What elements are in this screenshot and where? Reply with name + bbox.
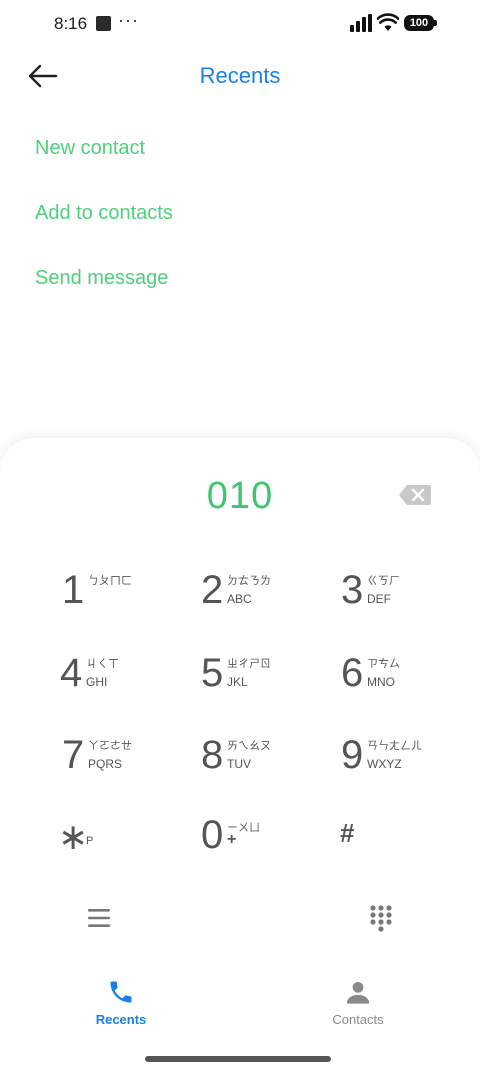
new-contact-link[interactable]: New contact: [35, 137, 145, 160]
key-digit: 5: [201, 651, 224, 695]
add-to-contacts-link[interactable]: Add to contacts: [35, 202, 173, 225]
nav-recents[interactable]: Recents: [61, 978, 181, 1030]
dial-key-5[interactable]: 5 ㄓㄔㄕㄖ JKL: [201, 651, 321, 711]
dialpad-grid-icon: [370, 905, 392, 932]
key-zhuyin: ㄅㄆㄇㄈ: [88, 574, 132, 587]
dial-key-2[interactable]: 2 ㄉㄊㄋㄌ ABC: [201, 568, 321, 628]
wifi-icon: [377, 13, 399, 31]
backspace-icon: [399, 485, 431, 505]
key-letters: JKL: [227, 675, 248, 689]
backspace-button[interactable]: [398, 484, 432, 506]
nav-label: Recents: [95, 1012, 147, 1027]
dial-key-4[interactable]: 4 ㄐㄑㄒ GHI: [60, 651, 180, 711]
page-title: Recents: [199, 63, 281, 88]
menu-icon: [88, 909, 110, 927]
dial-key-3[interactable]: 3 ㄍㄎㄏ DEF: [341, 568, 461, 628]
key-zhuyin: ㄢㄣㄤㄥㄦ: [367, 739, 422, 752]
key-zhuyin: ㄐㄑㄒ: [86, 657, 119, 670]
notification-icon: [96, 16, 111, 31]
dial-key-8[interactable]: 8 ㄞㄟㄠㄡ TUV: [201, 733, 321, 793]
nav-contacts[interactable]: Contacts: [298, 978, 418, 1030]
send-message-link[interactable]: Send message: [35, 267, 168, 290]
phone-icon: [110, 981, 132, 1003]
key-zhuyin: ㄉㄊㄋㄌ: [227, 574, 271, 587]
key-digit: 6: [341, 651, 364, 695]
key-digit: 8: [201, 733, 224, 777]
key-zhuyin: ㄗㄘㄙ: [367, 657, 400, 670]
key-digit: 3: [341, 568, 364, 612]
key-digit: 2: [201, 568, 224, 612]
home-indicator[interactable]: [145, 1056, 331, 1062]
key-digit: 9: [341, 733, 364, 777]
key-letters: +: [227, 831, 237, 848]
key-zhuyin: ㄚㄛㄜㄝ: [88, 739, 132, 752]
dialpad-toggle-button[interactable]: [368, 904, 394, 934]
dial-key-7[interactable]: 7 ㄚㄛㄜㄝ PQRS: [62, 733, 182, 793]
nav-label: Contacts: [332, 1012, 384, 1027]
dial-key-1[interactable]: 1 ㄅㄆㄇㄈ: [62, 568, 182, 628]
key-zhuyin: ㄞㄟㄠㄡ: [227, 739, 271, 752]
key-digit: 7: [62, 733, 85, 777]
key-digit: #: [340, 818, 355, 848]
dial-key-0[interactable]: 0 ㄧㄨㄩ +: [201, 813, 321, 873]
key-letters: MNO: [367, 675, 395, 689]
person-icon: [346, 981, 370, 1004]
key-digit: 4: [60, 651, 83, 695]
key-digit: 0: [201, 813, 224, 857]
dial-key-hash[interactable]: #: [340, 818, 460, 878]
key-letters: DEF: [367, 592, 391, 606]
dial-key-6[interactable]: 6 ㄗㄘㄙ MNO: [341, 651, 461, 711]
key-letters: WXYZ: [367, 757, 402, 771]
key-zhuyin: ㄍㄎㄏ: [367, 574, 400, 587]
key-letters: ABC: [227, 592, 252, 606]
dial-key-star[interactable]: ∗ P: [58, 815, 178, 875]
key-zhuyin: ㄓㄔㄕㄖ: [227, 657, 271, 670]
dial-key-9[interactable]: 9 ㄢㄣㄤㄥㄦ WXYZ: [341, 733, 461, 793]
menu-button[interactable]: [86, 906, 112, 930]
key-digit: ∗: [58, 816, 89, 857]
battery-tip: [434, 20, 437, 26]
key-letters: TUV: [227, 757, 251, 771]
status-time: 8:16: [54, 14, 88, 33]
battery-indicator: 100: [404, 15, 434, 31]
more-notifications-icon: ···: [118, 10, 139, 30]
key-letters: GHI: [86, 675, 108, 689]
key-letters: PQRS: [88, 757, 123, 771]
key-digit: 1: [62, 568, 85, 612]
signal-icon: [350, 14, 372, 32]
key-letters: P: [86, 835, 94, 847]
status-bar: 8:16 ··· 100: [0, 0, 480, 48]
